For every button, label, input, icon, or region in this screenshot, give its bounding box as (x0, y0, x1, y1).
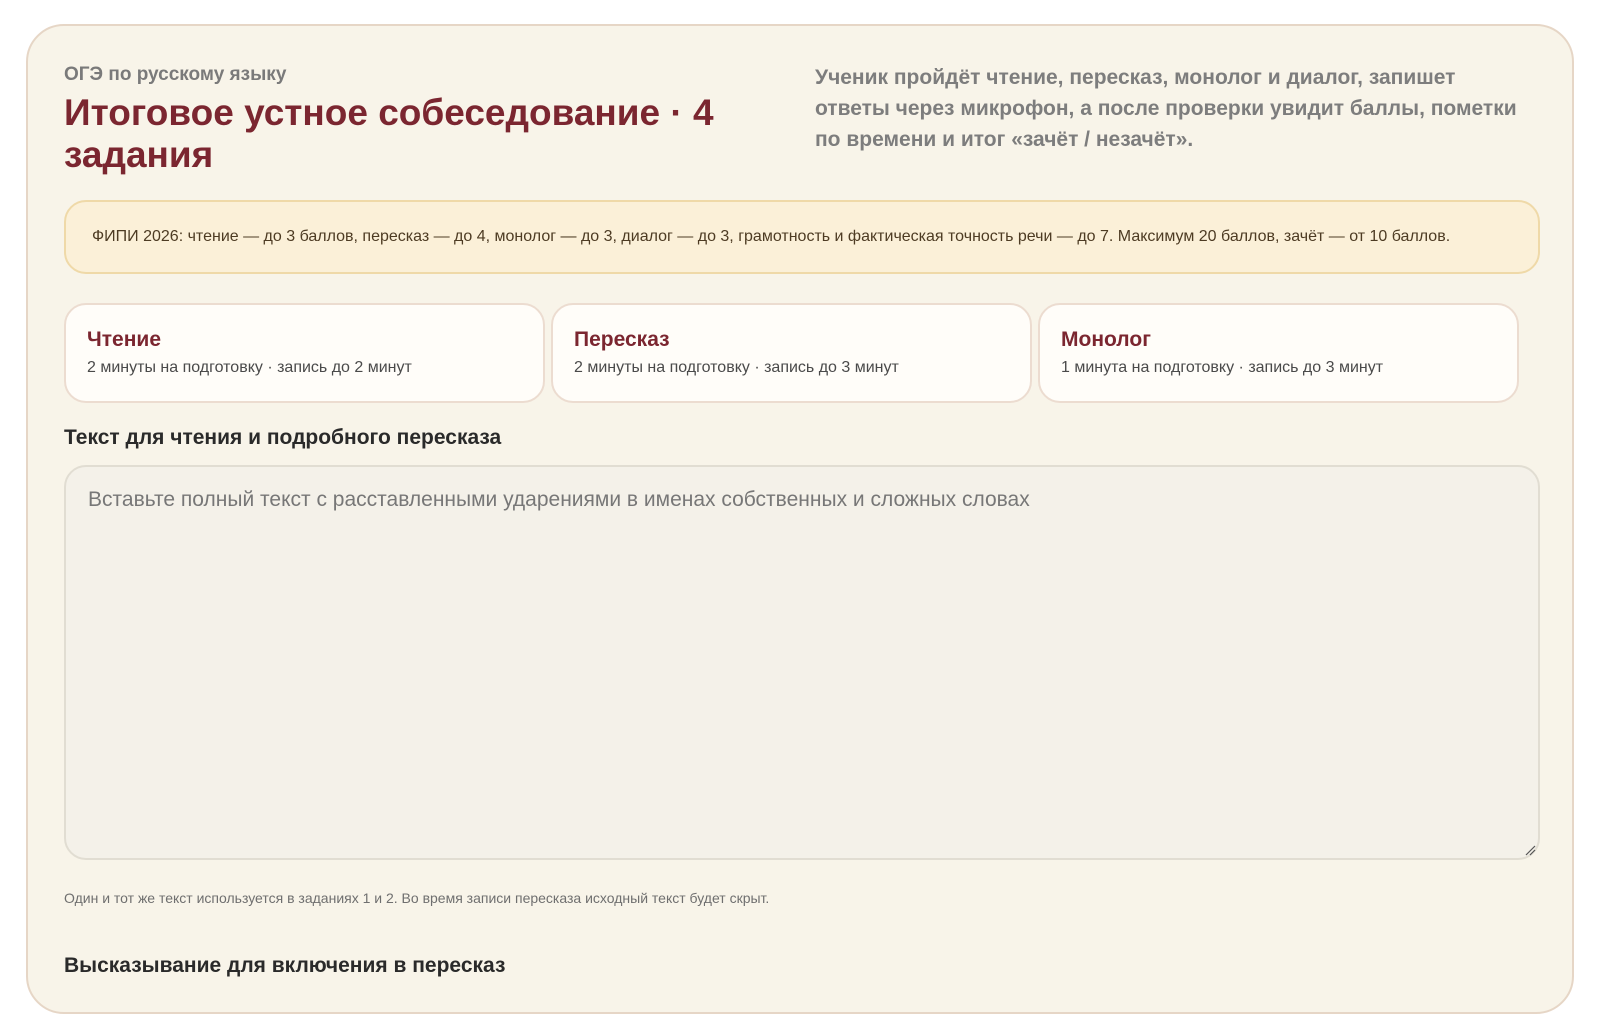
main-panel: ОГЭ по русскому языку Итоговое устное со… (26, 24, 1574, 1014)
task-cards: Чтение 2 минуты на подготовку · запись д… (64, 303, 1540, 403)
scoring-notice-text: ФИПИ 2026: чтение — до 3 баллов, переска… (92, 228, 1451, 245)
task-card-reading[interactable]: Чтение 2 минуты на подготовку · запись д… (64, 303, 545, 403)
task-card-title: Пересказ (574, 328, 670, 351)
page-title: Итоговое устное собеседование · 4 задани… (64, 92, 714, 175)
source-text-hint: Один и тот же текст используется в задан… (64, 890, 770, 906)
source-text-label: Текст для чтения и подробного пересказа (64, 426, 502, 449)
subject-label: ОГЭ по русскому языку (64, 64, 287, 85)
intro-description: Ученик пройдёт чтение, пересказ, монолог… (815, 66, 1517, 151)
task-card-title: Монолог (1061, 328, 1151, 351)
task-card-title: Чтение (87, 328, 161, 351)
task-card-details: 2 минуты на подготовку · запись до 2 мин… (87, 359, 412, 376)
scoring-notice: ФИПИ 2026: чтение — до 3 баллов, переска… (64, 200, 1540, 274)
resize-handle-icon[interactable] (1524, 844, 1536, 856)
task-card-retelling[interactable]: Пересказ 2 минуты на подготовку · запись… (551, 303, 1032, 403)
quote-section-label: Высказывание для включения в пересказ (64, 954, 506, 977)
source-text-wrapper (64, 465, 1540, 860)
task-card-details: 2 минуты на подготовку · запись до 3 мин… (574, 359, 899, 376)
source-text-input[interactable] (64, 465, 1540, 860)
task-card-monologue[interactable]: Монолог 1 минута на подготовку · запись … (1038, 303, 1519, 403)
task-card-details: 1 минута на подготовку · запись до 3 мин… (1061, 359, 1384, 376)
